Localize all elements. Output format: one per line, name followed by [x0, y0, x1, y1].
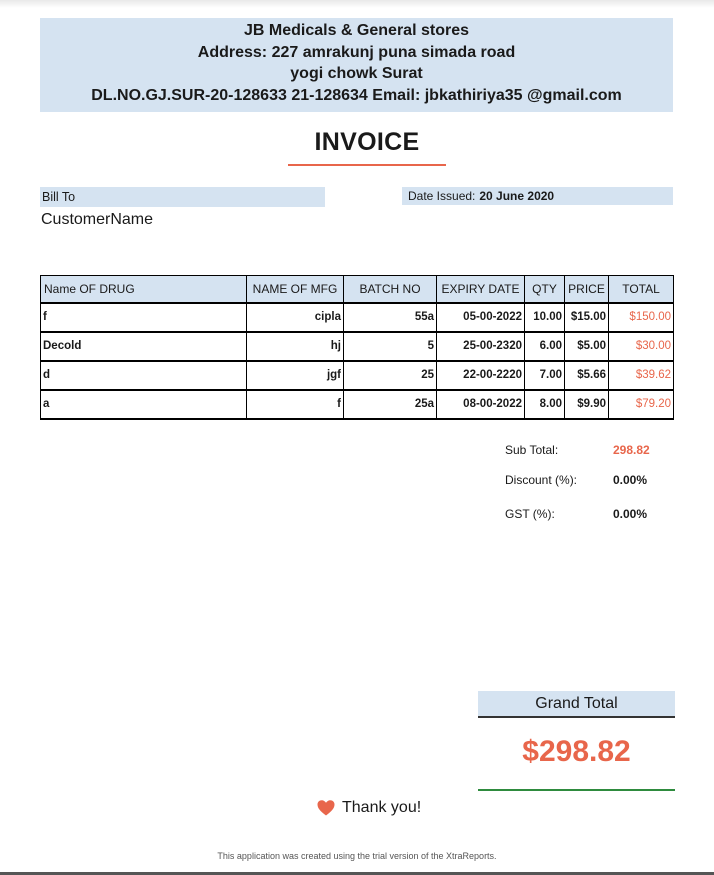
table-row: d jgf 25 22-00-2220 7.00 $5.66 $39.62	[40, 359, 674, 390]
heart-icon	[316, 798, 336, 818]
customer-name: CustomerName	[41, 211, 154, 228]
gst-label: GST (%):	[505, 507, 555, 521]
col-header-total: TOTAL	[608, 275, 674, 303]
trial-footer: This application was created using the t…	[217, 851, 497, 861]
cell-batch: 25a	[343, 388, 437, 420]
bill-to-label: Bill To	[40, 187, 325, 207]
cell-batch: 55a	[343, 301, 437, 332]
store-address-line1: Address: 227 amrakunj puna simada road	[197, 43, 516, 61]
cell-qty: 8.00	[524, 388, 565, 420]
grand-total-underline	[478, 789, 675, 791]
subtotal-value: 298.82	[613, 443, 650, 457]
discount-value: 0.00%	[613, 473, 648, 487]
store-license-email: DL.NO.GJ.SUR-20-128633 21-128634 Email: …	[91, 86, 622, 104]
discount-label: Discount (%):	[505, 473, 578, 487]
cell-price: $5.66	[564, 359, 609, 390]
invoice-title: INVOICE	[314, 128, 420, 156]
cell-expiry: 25-00-2320	[436, 330, 525, 361]
cell-expiry: 22-00-2220	[436, 359, 525, 390]
table-row: f cipla 55a 05-00-2022 10.00 $15.00 $150…	[40, 301, 674, 332]
cell-drug: d	[40, 359, 247, 390]
cell-total: $79.20	[608, 388, 674, 420]
cell-batch: 25	[343, 359, 437, 390]
table-header-row: Name OF DRUG NAME OF MFG BATCH NO EXPIRY…	[40, 275, 674, 303]
cell-expiry: 08-00-2022	[436, 388, 525, 420]
col-header-batch: BATCH NO	[343, 275, 437, 303]
col-header-qty: QTY	[524, 275, 565, 303]
thank-you-text: Thank you!	[342, 799, 422, 817]
cell-drug: a	[40, 388, 247, 420]
cell-price: $5.00	[564, 330, 609, 361]
cell-drug: Decold	[40, 330, 247, 361]
cell-total: $30.00	[608, 330, 674, 361]
grand-total-label: Grand Total	[478, 691, 675, 718]
cell-mfg: hj	[246, 330, 344, 361]
cell-qty: 7.00	[524, 359, 565, 390]
subtotal-label: Sub Total:	[505, 443, 559, 457]
store-name: JB Medicals & General stores	[244, 22, 469, 39]
cell-price: $15.00	[564, 301, 609, 332]
col-header-price: PRICE	[564, 275, 609, 303]
cell-drug: f	[40, 301, 247, 332]
cell-total: $39.62	[608, 359, 674, 390]
cell-batch: 5	[343, 330, 437, 361]
cell-total: $150.00	[608, 301, 674, 332]
date-issued-label: Date Issued:	[408, 189, 476, 203]
gst-value: 0.00%	[613, 507, 648, 521]
col-header-expiry: EXPIRY DATE	[436, 275, 525, 303]
date-issued-value: 20 June 2020	[479, 189, 555, 203]
store-header: JB Medicals & General stores Address: 22…	[40, 18, 673, 112]
cell-qty: 10.00	[524, 301, 565, 332]
col-header-mfg: NAME OF MFG	[246, 275, 344, 303]
store-address-line2: yogi chowk Surat	[290, 65, 423, 82]
grand-total-value: $298.82	[522, 735, 631, 768]
date-issued: Date Issued: 20 June 2020	[402, 187, 673, 205]
thank-you-note: Thank you!	[316, 798, 421, 818]
table-row: Decold hj 5 25-00-2320 6.00 $5.00 $30.00	[40, 330, 674, 361]
cell-mfg: jgf	[246, 359, 344, 390]
top-border	[0, 0, 714, 8]
cell-expiry: 05-00-2022	[436, 301, 525, 332]
cell-mfg: f	[246, 388, 344, 420]
table-row: a f 25a 08-00-2022 8.00 $9.90 $79.20	[40, 388, 674, 420]
title-underline	[288, 164, 446, 166]
cell-mfg: cipla	[246, 301, 344, 332]
cell-qty: 6.00	[524, 330, 565, 361]
items-table: Name OF DRUG NAME OF MFG BATCH NO EXPIRY…	[40, 275, 674, 420]
cell-price: $9.90	[564, 388, 609, 420]
col-header-drug: Name OF DRUG	[40, 275, 247, 303]
